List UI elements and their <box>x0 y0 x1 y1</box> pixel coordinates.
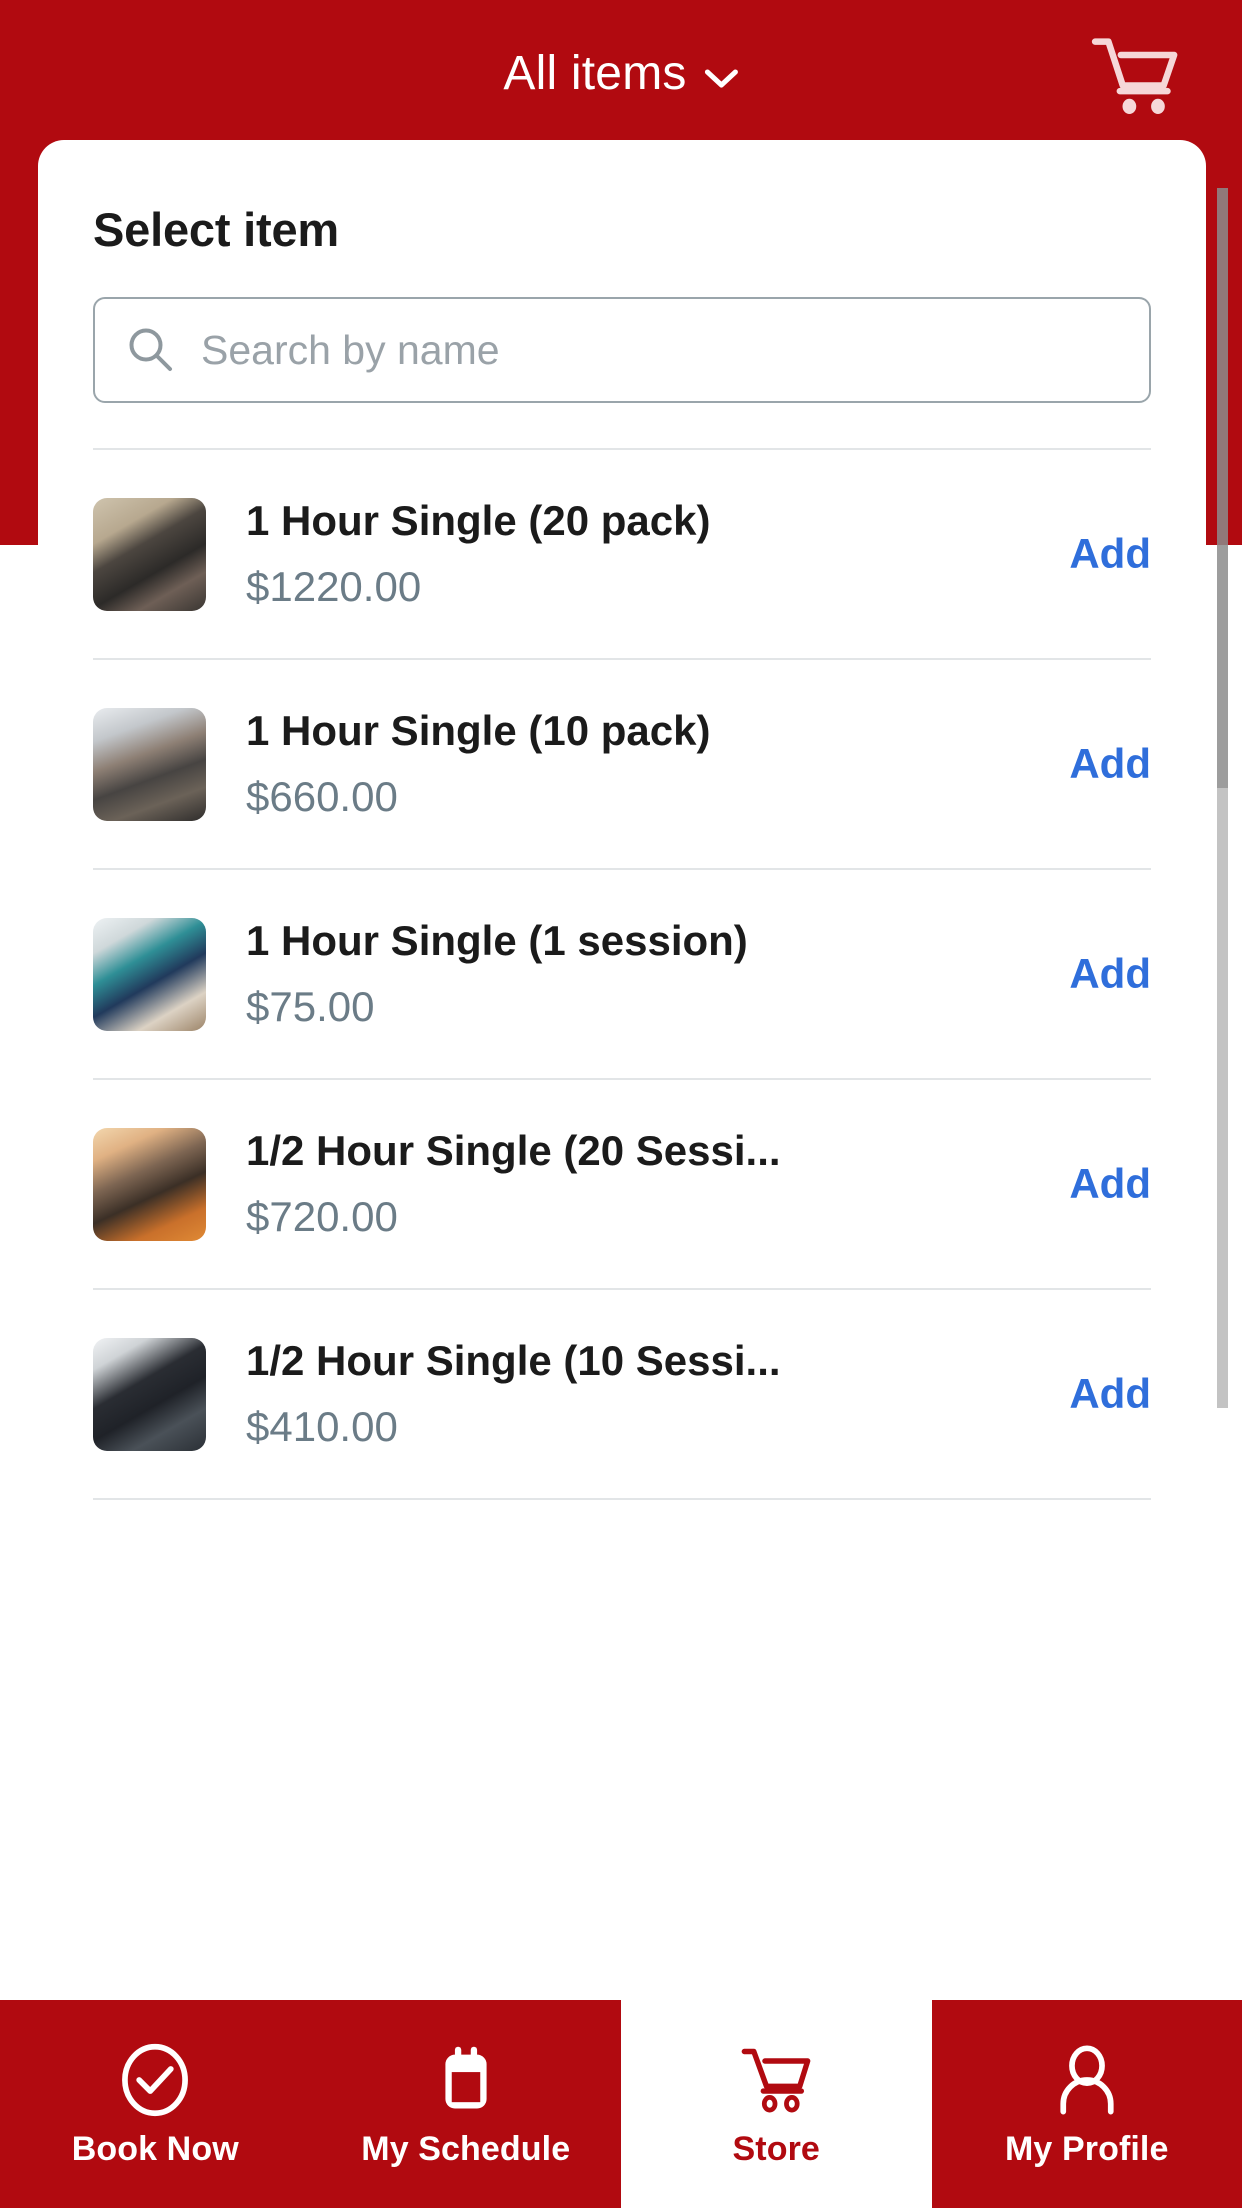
item-thumbnail <box>93 497 206 611</box>
bottom-navigation: Book Now My Schedule Store My Profile <box>0 2000 1242 2208</box>
add-item-button[interactable]: Add <box>1059 950 1151 998</box>
add-item-button[interactable]: Add <box>1059 740 1151 788</box>
item-row[interactable]: 1 Hour Single (20 pack) $1220.00 Add <box>93 450 1151 658</box>
shopping-cart-icon <box>741 2048 811 2113</box>
scrollbar-thumb-lower[interactable] <box>1217 788 1228 1408</box>
chevron-down-icon <box>705 69 739 87</box>
nav-item-book-now[interactable]: Book Now <box>0 2000 311 2208</box>
item-price: $1220.00 <box>246 563 422 611</box>
item-details: 1/2 Hour Single (10 Sessi... $410.00 <box>206 1337 1059 1451</box>
add-item-button[interactable]: Add <box>1059 1370 1151 1418</box>
top-bar: All items <box>0 0 1242 140</box>
item-name: 1/2 Hour Single (10 Sessi... <box>246 1336 781 1384</box>
item-thumbnail <box>93 917 206 1031</box>
item-name: 1/2 Hour Single (20 Sessi... <box>246 1126 781 1174</box>
item-name: 1 Hour Single (10 pack) <box>246 706 711 754</box>
item-price: $75.00 <box>246 983 375 1031</box>
app-root: All items Select item Search by name 1 H… <box>0 0 1242 2208</box>
search-icon <box>129 328 172 371</box>
nav-label: My Schedule <box>361 2130 571 2168</box>
panel-title: Select item <box>93 203 339 256</box>
item-price: $660.00 <box>246 773 398 821</box>
scrollbar-thumb[interactable] <box>1217 188 1228 788</box>
item-row[interactable]: 1/2 Hour Single (20 Sessi... $720.00 Add <box>93 1080 1151 1288</box>
item-list: 1 Hour Single (20 pack) $1220.00 Add 1 Hour… <box>93 448 1151 1500</box>
list-divider <box>93 1498 1151 1500</box>
page-title: All items <box>503 47 687 100</box>
nav-item-store[interactable]: Store <box>621 2000 932 2208</box>
item-price: $410.00 <box>246 1403 398 1451</box>
shopping-cart-icon[interactable] <box>1089 34 1185 114</box>
item-details: 1 Hour Single (10 pack) $660.00 <box>206 707 1059 821</box>
item-details: 1 Hour Single (20 pack) $1220.00 <box>206 497 1059 611</box>
item-name: 1 Hour Single (1 session) <box>246 916 748 964</box>
item-row[interactable]: 1/2 Hour Single (10 Sessi... $410.00 Add <box>93 1290 1151 1498</box>
nav-label: My Profile <box>1005 2130 1169 2168</box>
person-icon <box>1060 2045 1114 2115</box>
item-row[interactable]: 1 Hour Single (10 pack) $660.00 Add <box>93 660 1151 868</box>
nav-label: Book Now <box>71 2130 239 2168</box>
item-name: 1 Hour Single (20 pack) <box>246 496 711 544</box>
search-placeholder: Search by name <box>201 326 500 373</box>
panel-content: Select item Search by name 1 Hour Single… <box>38 140 1206 1500</box>
item-price: $720.00 <box>246 1193 398 1241</box>
item-row[interactable]: 1 Hour Single (1 session) $75.00 Add <box>93 870 1151 1078</box>
select-item-panel: Select item Search by name 1 Hour Single… <box>38 140 1206 1990</box>
nav-label: Store <box>732 2130 820 2168</box>
nav-item-my-profile[interactable]: My Profile <box>931 2000 1242 2208</box>
calendar-icon <box>445 2046 487 2109</box>
item-details: 1/2 Hour Single (20 Sessi... $720.00 <box>206 1127 1059 1241</box>
add-item-button[interactable]: Add <box>1059 530 1151 578</box>
all-items-dropdown[interactable]: All items <box>503 46 739 101</box>
search-input[interactable]: Search by name <box>93 297 1151 403</box>
item-thumbnail <box>93 707 206 821</box>
nav-item-my-schedule[interactable]: My Schedule <box>310 2000 621 2208</box>
item-thumbnail <box>93 1127 206 1241</box>
check-circle-icon <box>122 2043 189 2117</box>
add-item-button[interactable]: Add <box>1059 1160 1151 1208</box>
item-details: 1 Hour Single (1 session) $75.00 <box>206 917 1059 1031</box>
item-thumbnail <box>93 1337 206 1451</box>
